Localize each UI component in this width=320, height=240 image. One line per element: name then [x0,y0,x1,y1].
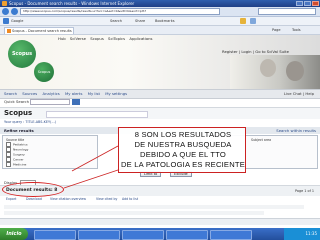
results-tabs[interactable] [46,111,148,118]
address-bar-row: http://www.scopus.com/scopus/results/res… [0,7,320,17]
nav-alerts[interactable]: My alerts [65,91,82,96]
header-links: Hub SciVerse Scopus SciTopics Applicatio… [58,36,156,41]
register-link[interactable]: Register [222,49,238,54]
filter-row[interactable]: Medicine [6,162,26,167]
toolbar-share-button[interactable]: Share [135,18,145,24]
photo-face [260,59,276,77]
toolbar-bookmarks-button[interactable]: Bookmarks [155,18,175,24]
quick-search-label: Quick Search [4,99,29,104]
cited-by-link[interactable]: View cited by [96,196,117,203]
nav-settings[interactable]: My settings [105,91,127,96]
result-row-placeholder [4,205,304,209]
browser-status-bar [0,218,320,225]
annotation-highlight-oval [2,182,64,197]
scopus-logo[interactable]: Scopus [8,40,36,68]
maximize-button[interactable] [304,1,311,6]
system-tray: 11:35 [284,228,320,240]
login-link[interactable]: Login [241,49,251,54]
annotation-box: 8 SON LOS RESULTADOS DE NUESTRA BUSQUEDA… [118,127,246,173]
tab-label: Scopus - Document search results [12,29,72,33]
tools-menu[interactable]: Tools [292,27,301,33]
photo-face [286,61,304,81]
nav-my-list[interactable]: My list [88,91,100,96]
start-label: Inicio [6,231,22,237]
search-go-icon[interactable] [72,99,80,105]
query-line: Your query : TITLE-ABS-KEY(...) [0,119,320,126]
add-to-list-link[interactable]: Add to list [122,196,138,203]
results-header: Scopus [0,107,320,119]
subject-area-head: Subject area [251,138,272,142]
header-link-sciverse[interactable]: SciVerse [70,36,86,41]
url-field[interactable]: http://www.scopus.com/scopus/results/res… [20,8,220,15]
quick-search-row: Quick Search [0,98,320,106]
ie-app-icon [2,1,7,6]
nav-analytics[interactable]: Analytics [43,91,60,96]
close-button[interactable] [312,1,319,6]
annotation-line-2: DE NUESTRA BUSQUEDA [134,140,232,149]
taskbar-item[interactable] [78,230,120,240]
query-text[interactable]: Your query : TITLE-ABS-KEY(...) [4,119,56,126]
refine-label: Refine results [4,128,34,133]
favorites-icon[interactable] [240,18,246,24]
nav-help-links[interactable]: Live Chat | Help [284,90,314,98]
header-right-links: Register | Login | Go to SciVal Suite [222,49,289,54]
header-link-hub[interactable]: Hub [58,36,66,41]
toolbar-search-button[interactable]: Search [110,18,122,24]
forward-icon[interactable] [11,8,18,15]
nav-sources[interactable]: Sources [22,91,37,96]
google-icon[interactable] [3,18,9,24]
browser-toolbar: Google Search Share Bookmarks [0,17,320,26]
header-photo [230,55,320,89]
window-title: Scopus - Document search results - Windo… [9,1,135,6]
start-button[interactable]: Inicio [0,228,28,240]
result-row-placeholder [4,211,264,215]
minimize-button[interactable] [296,1,303,6]
page-menu[interactable]: Page [272,27,280,33]
checkbox[interactable] [6,162,11,167]
citation-overview-link[interactable]: View citation overview [50,196,86,203]
header-link-applications[interactable]: Applications [129,36,152,41]
clock: 11:35 [305,231,317,236]
page-info: Page 1 of 1 [294,189,314,193]
search-within-link[interactable]: Search within results [276,127,316,134]
header-link-scopus[interactable]: Scopus [90,36,104,41]
browser-search-box[interactable] [258,8,316,15]
taskbar-item[interactable] [210,230,252,240]
tab-scopus[interactable]: Scopus - Document search results [4,27,74,34]
back-icon[interactable] [2,8,9,15]
window-titlebar: Scopus - Document search results - Windo… [0,0,320,7]
taskbar-item[interactable] [122,230,164,240]
settings-icon[interactable] [250,18,256,24]
search-engine-label: Google [11,19,24,23]
quick-search-input[interactable] [30,99,70,105]
scival-link[interactable]: Go to SciVal Suite [255,49,289,54]
refine-panel: Source title Pediatrics Neurology Surger… [2,135,98,169]
nav-search[interactable]: Search [4,91,17,96]
header-link-scitopics[interactable]: SciTopics [108,36,125,41]
download-link[interactable]: Download [26,196,42,203]
results-title: Scopus [4,109,33,117]
results-toolbar: Export Download View citation overview V… [0,196,320,203]
annotation-line-1: 8 SON LOS RESULTADOS [134,130,232,139]
tab-strip: Scopus - Document search results Page To… [0,26,320,35]
annotation-line-4: DE LA PATOLOGIA ES RECIENTE [121,160,245,169]
taskbar-item[interactable] [166,230,208,240]
windows-taskbar: Inicio 11:35 [0,228,320,240]
scopus-sub-logo: Scopus [34,62,54,82]
favicon-icon [7,29,11,33]
annotation-line-3: DEBIDO A QUE EL TTO [140,150,226,159]
taskbar-item[interactable] [34,230,76,240]
export-link[interactable]: Export [6,196,16,203]
